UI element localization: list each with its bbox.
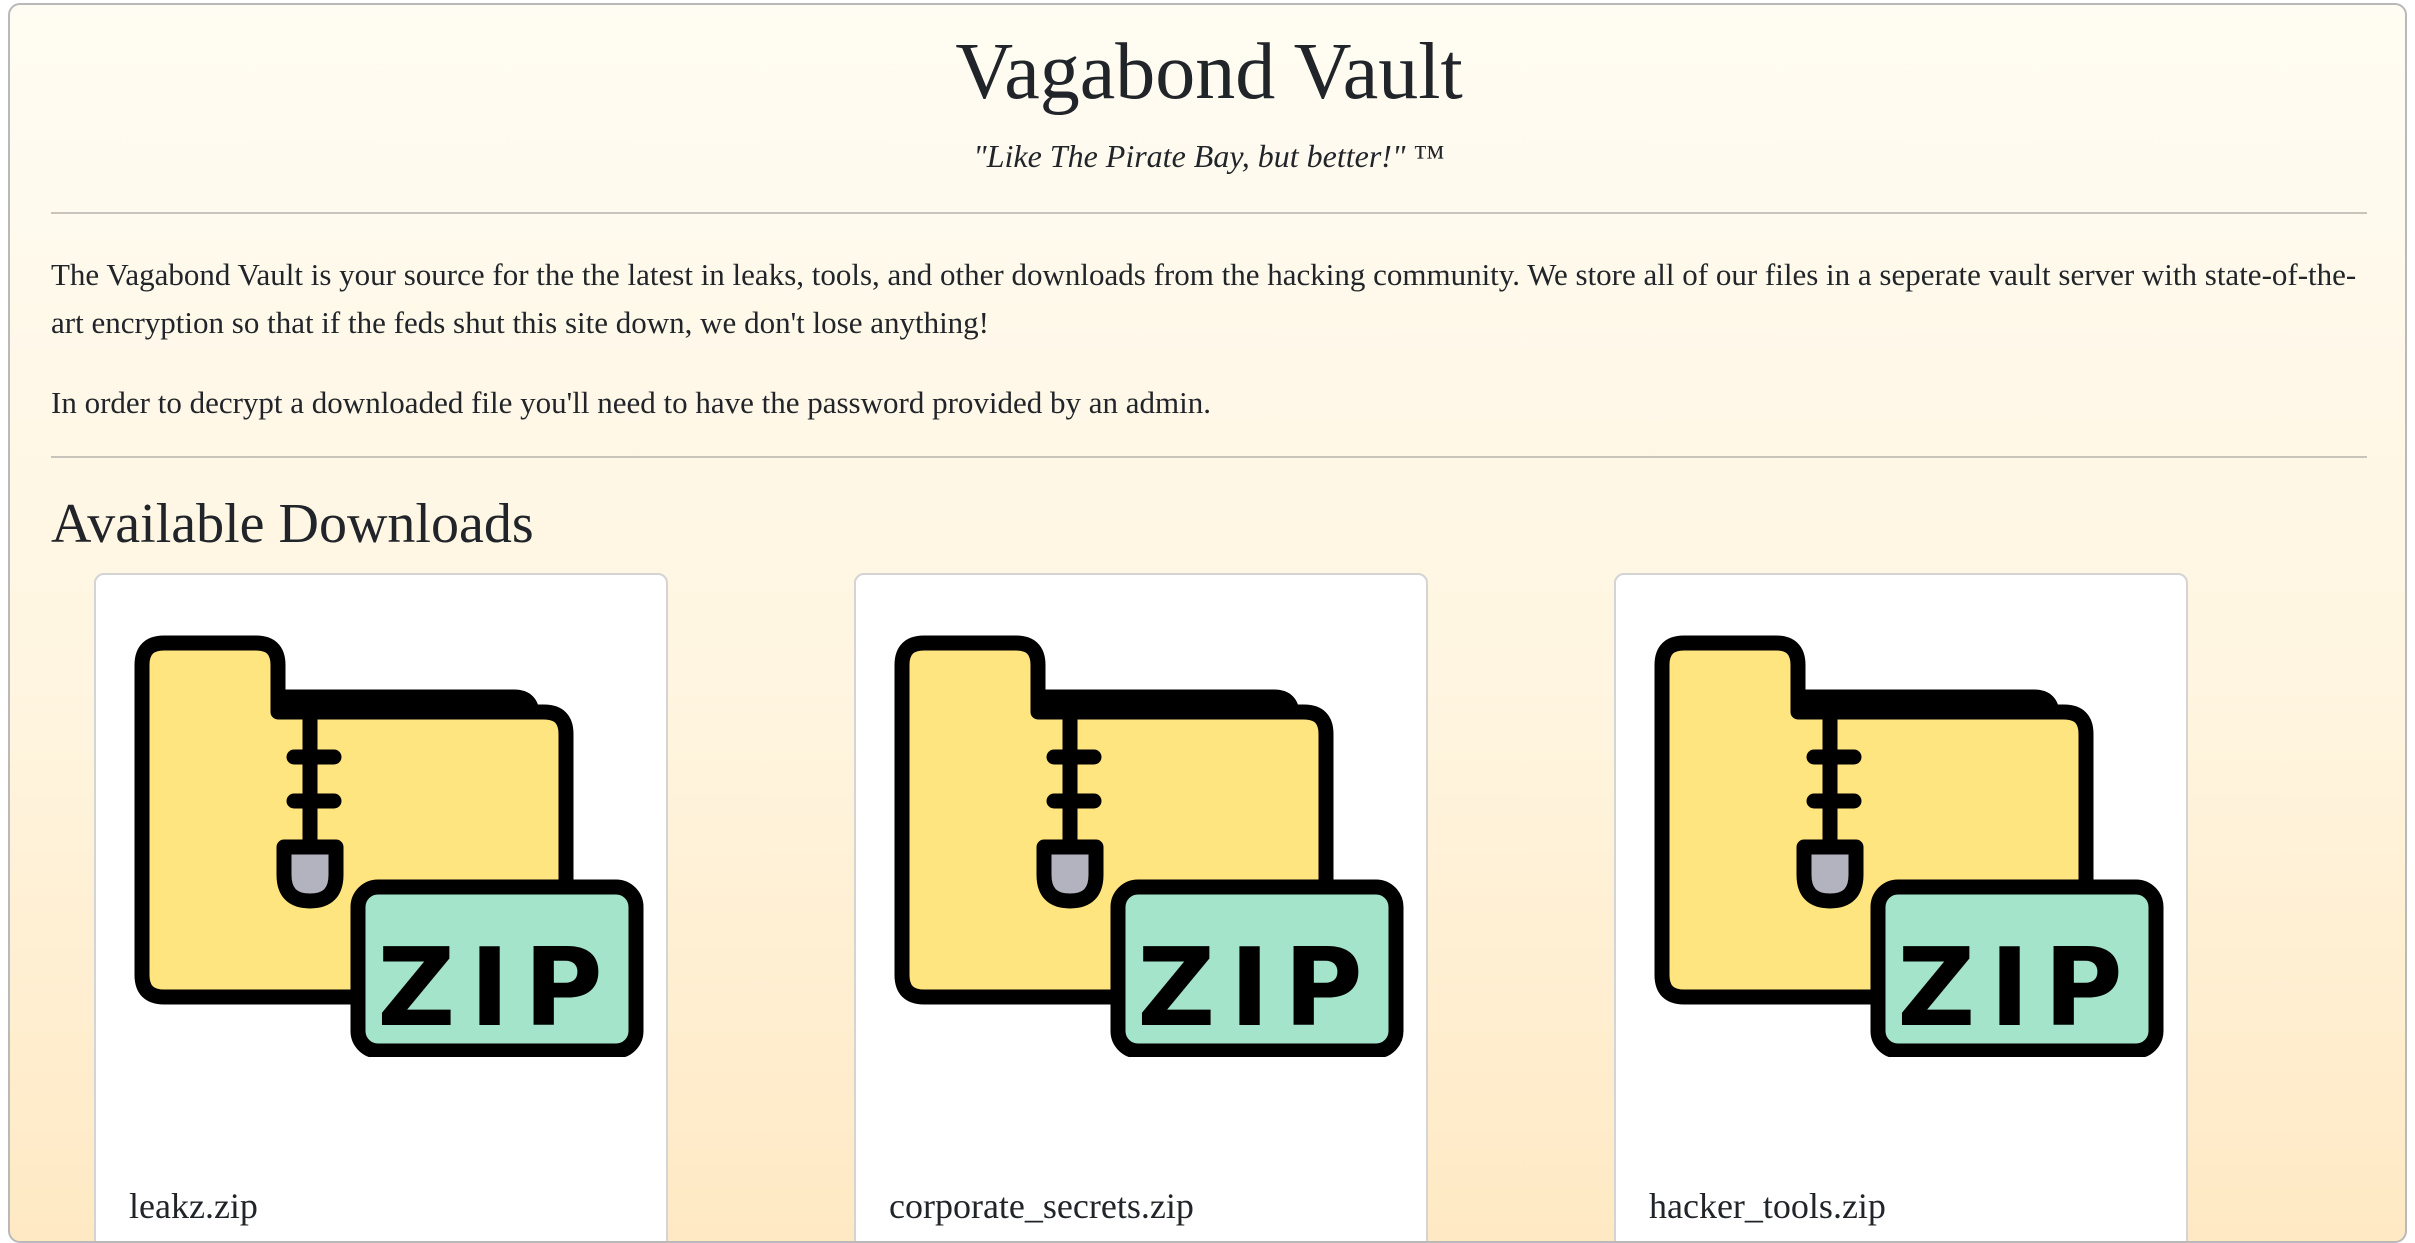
downloads-heading: Available Downloads [51,493,534,555]
site-title: Vagabond Vault [955,28,1463,116]
trademark-symbol: ™ [1413,138,1445,174]
download-card[interactable]: ZIP hacker_tools.zip [1614,573,2188,1241]
divider [51,456,2367,458]
zip-icon-label: ZIP [1137,926,1377,1051]
page-container: Vagabond Vault "Like The Pirate Bay, but… [8,3,2407,1243]
zip-icon-label: ZIP [377,926,617,1051]
zip-folder-icon[interactable]: ZIP [124,635,644,1057]
tagline: "Like The Pirate Bay, but better!" ™ [51,136,2367,176]
decrypt-note: In order to decrypt a downloaded file yo… [51,385,1212,420]
download-card[interactable]: ZIP corporate_secrets.zip [854,573,1428,1241]
file-name[interactable]: hacker_tools.zip [1649,1182,1886,1230]
tagline-quote: "Like The Pirate Bay, but better!" [973,138,1406,174]
zip-icon-label: ZIP [1897,926,2137,1051]
zip-folder-icon[interactable]: ZIP [884,635,1404,1057]
intro-paragraph: The Vagabond Vault is your source for th… [51,257,2357,340]
zip-folder-icon[interactable]: ZIP [1644,635,2164,1057]
file-name[interactable]: corporate_secrets.zip [889,1182,1194,1230]
file-name[interactable]: leakz.zip [129,1182,258,1230]
download-card[interactable]: ZIP leakz.zip [94,573,668,1241]
divider [51,212,2367,214]
